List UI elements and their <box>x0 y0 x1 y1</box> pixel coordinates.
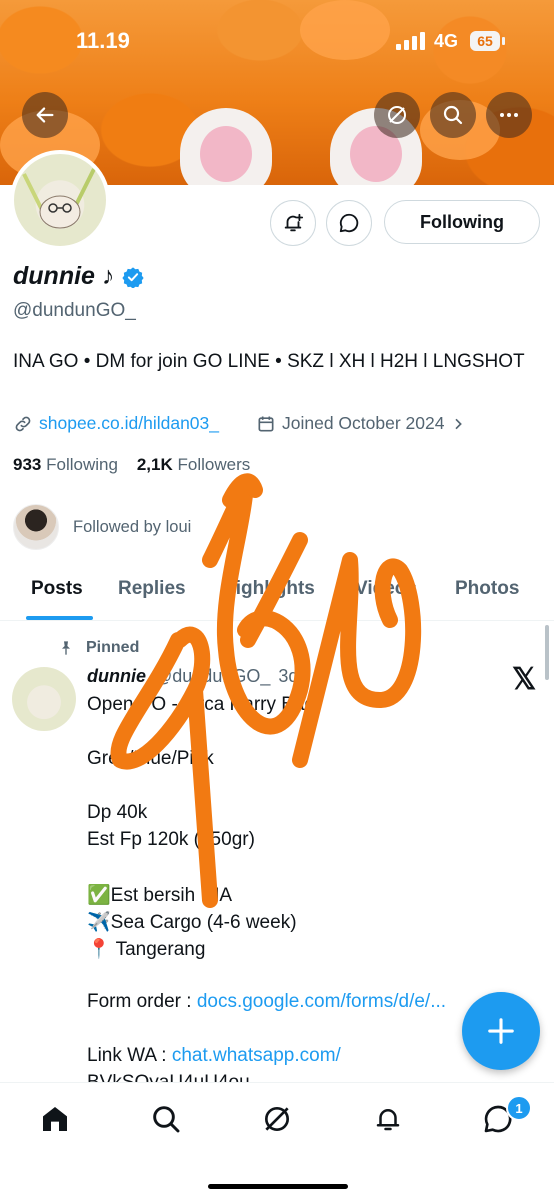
post-avatar[interactable] <box>12 667 76 731</box>
link-icon <box>15 416 31 431</box>
tab-photos[interactable]: Photos <box>455 578 519 600</box>
x-logo-icon[interactable]: 𝕏 <box>512 662 536 697</box>
status-time: 11.19 <box>76 28 130 53</box>
profile-name: dunnie ♪ <box>13 262 145 291</box>
tab-replies[interactable]: Replies <box>118 578 186 600</box>
post-author[interactable]: dunnie <box>87 666 146 687</box>
notify-button[interactable] <box>270 200 316 246</box>
nav-search[interactable] <box>148 1101 184 1137</box>
search-icon <box>153 1106 180 1133</box>
followers-count-link[interactable]: 2,1K Followers <box>137 455 250 474</box>
bell-plus-icon <box>284 213 304 232</box>
network-type: 4G <box>434 31 459 51</box>
whatsapp-link[interactable]: chat.whatsapp.com/ <box>172 1045 341 1066</box>
post-text-line: 📍 Tangerang <box>87 939 206 960</box>
website-link[interactable]: shopee.co.id/hildan03_ <box>13 413 219 434</box>
active-tab-indicator <box>26 616 93 620</box>
grok-icon <box>265 1107 289 1131</box>
post-text-line: ✅Est bersih INA <box>87 885 233 906</box>
scrollbar[interactable] <box>545 625 549 680</box>
more-icon <box>500 113 518 117</box>
display-name: dunnie ♪ <box>13 262 115 290</box>
whatsapp-link-cont[interactable]: BVkSQyaU4uU4ou <box>87 1072 250 1082</box>
post-text-line: Open PO - Orca Harry Bag <box>87 694 316 715</box>
home-indicator <box>208 1184 348 1189</box>
post-handle: @dundunGO_ <box>154 666 271 686</box>
chat-bubble-icon <box>339 213 359 233</box>
message-button[interactable] <box>326 200 372 246</box>
post-text-line: Grey/Blue/Pink <box>87 748 214 769</box>
following-button[interactable]: Following <box>384 200 540 244</box>
followed-by-text: Followed by loui <box>73 517 192 536</box>
form-order-line: Form order : docs.google.com/forms/d/e/.… <box>87 991 447 1012</box>
calendar-icon <box>258 416 274 431</box>
post-text-line: Dp 40k <box>87 802 148 823</box>
battery-icon: 65 <box>470 31 505 51</box>
profile-handle: @dundunGO_ <box>13 300 136 321</box>
grok-icon <box>388 106 406 124</box>
plus-icon <box>488 1018 514 1044</box>
search-button[interactable] <box>430 92 476 138</box>
joined-date[interactable]: Joined October 2024 <box>256 413 466 434</box>
avatar-plush-icon <box>22 168 96 229</box>
nav-home[interactable] <box>37 1101 73 1137</box>
home-icon <box>43 1107 67 1131</box>
post-time: 3d <box>278 666 299 686</box>
compose-button[interactable] <box>462 992 540 1070</box>
nav-notifications[interactable] <box>370 1101 406 1137</box>
more-button[interactable] <box>486 92 532 138</box>
back-button[interactable] <box>22 92 68 138</box>
post-text-line: ✈️Sea Cargo (4-6 week) <box>87 912 297 933</box>
tab-posts[interactable]: Posts <box>31 578 83 600</box>
follow-counts: 933 Following 2,1K Followers <box>13 455 250 475</box>
followed-by[interactable]: Followed by loui <box>13 504 191 550</box>
profile-tabs: Posts Replies Highlights Videos Photos <box>0 560 554 621</box>
grok-button[interactable] <box>374 92 420 138</box>
search-icon <box>443 105 463 125</box>
plush-ear-left <box>180 108 272 185</box>
link-wa-line: Link WA : chat.whatsapp.com/ <box>87 1045 341 1066</box>
following-count-link[interactable]: 933 Following <box>13 455 118 474</box>
post-text-line: Est Fp 120k (250gr) <box>87 829 255 850</box>
verified-badge-icon[interactable] <box>122 266 145 288</box>
nav-grok[interactable] <box>259 1101 295 1137</box>
post-header: dunnie @dundunGO_ 3d <box>87 666 298 687</box>
joined-text: Joined October 2024 <box>282 413 445 433</box>
pin-icon <box>62 641 70 655</box>
arrow-left-icon <box>36 107 54 123</box>
tab-videos[interactable]: Videos <box>355 578 417 600</box>
pinned-label: Pinned <box>58 639 139 657</box>
profile-bio: INA GO • DM for join GO LINE • SKZ l XH … <box>13 351 525 372</box>
bell-icon <box>376 1109 400 1131</box>
follower-avatar <box>13 504 59 550</box>
form-order-link[interactable]: docs.google.com/forms/d/e/... <box>197 991 446 1012</box>
messages-badge: 1 <box>506 1095 532 1121</box>
profile-avatar[interactable] <box>10 150 110 250</box>
tab-highlights[interactable]: Highlights <box>222 578 315 600</box>
chevron-right-icon <box>455 418 463 429</box>
signal-icon <box>396 32 426 50</box>
website-text[interactable]: shopee.co.id/hildan03_ <box>39 413 219 434</box>
